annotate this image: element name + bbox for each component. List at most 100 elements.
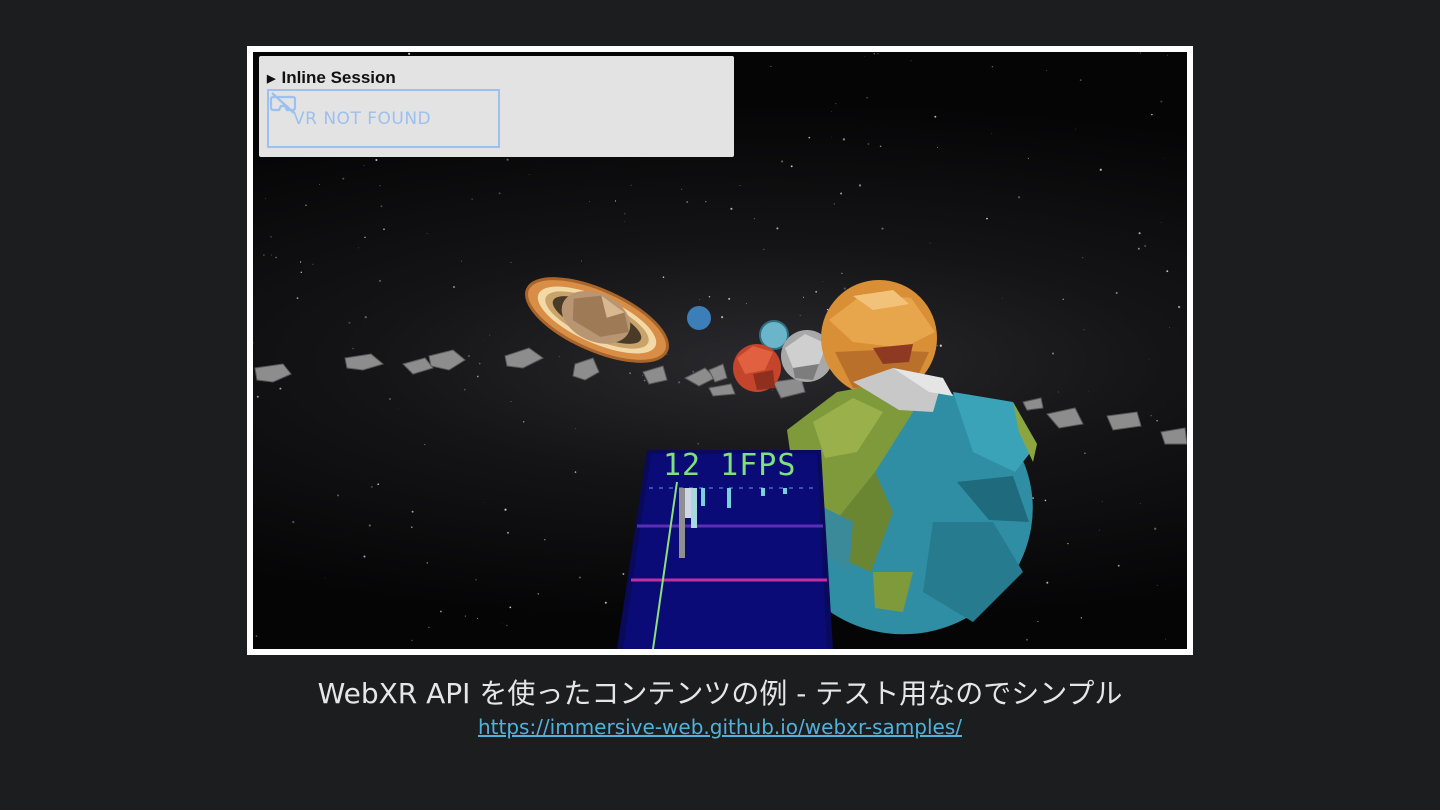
star — [506, 624, 508, 627]
star — [1044, 499, 1047, 502]
star — [873, 53, 876, 55]
star — [363, 164, 365, 166]
star — [1037, 620, 1039, 623]
star — [253, 342, 254, 344]
star — [1075, 128, 1077, 130]
star — [1046, 70, 1047, 71]
star — [866, 96, 868, 99]
star — [1139, 52, 1141, 54]
star — [424, 444, 426, 446]
saturn — [525, 277, 669, 363]
slide-caption: WebXR API を使ったコンテンツの例 - テスト用なのでシンプル — [317, 677, 1123, 710]
star — [630, 184, 632, 186]
fps-readout: 12 1FPS — [663, 448, 797, 483]
star — [939, 344, 942, 347]
star — [1177, 305, 1181, 309]
star — [389, 398, 391, 400]
star — [705, 200, 707, 203]
star — [262, 254, 265, 257]
star — [296, 297, 299, 300]
star — [574, 428, 576, 429]
star — [776, 227, 779, 230]
star — [510, 401, 512, 402]
star — [461, 260, 462, 262]
star — [256, 395, 259, 398]
star — [831, 111, 833, 112]
star — [375, 158, 378, 162]
star — [475, 579, 477, 581]
star — [936, 345, 938, 347]
star — [411, 639, 413, 642]
star — [728, 297, 731, 300]
star — [1144, 245, 1146, 247]
star — [506, 531, 510, 534]
star — [730, 207, 733, 210]
samples-link-container: https://immersive-web.github.io/webxr-sa… — [0, 715, 1440, 739]
star — [1160, 222, 1162, 223]
star — [772, 390, 774, 392]
planet-neptune — [687, 306, 711, 330]
webxr-canvas[interactable]: 12 1FPS ▶ Inline Session VR NOT FOUND — [253, 52, 1187, 649]
star — [763, 248, 765, 250]
star — [342, 177, 345, 180]
star — [604, 601, 607, 604]
star — [305, 204, 307, 207]
star — [270, 254, 272, 256]
star — [1117, 564, 1120, 567]
star — [426, 233, 428, 234]
star — [357, 247, 359, 249]
disclosure-triangle-icon[interactable]: ▶ — [267, 72, 275, 85]
star — [292, 520, 295, 524]
star — [677, 381, 681, 384]
star — [324, 577, 326, 579]
star — [937, 147, 938, 149]
star — [799, 314, 801, 316]
star — [1167, 54, 1168, 56]
star — [1080, 617, 1082, 619]
star — [544, 538, 546, 541]
star — [364, 316, 367, 319]
star — [265, 198, 267, 199]
inline-session-summary[interactable]: ▶ Inline Session — [267, 68, 396, 88]
star — [528, 174, 530, 175]
star — [986, 217, 988, 220]
star — [1087, 390, 1089, 392]
star — [319, 183, 320, 185]
star — [1082, 257, 1084, 259]
star — [426, 562, 429, 564]
star — [364, 236, 366, 239]
star — [337, 494, 339, 497]
star — [835, 102, 837, 105]
star — [681, 188, 683, 190]
star — [990, 133, 992, 135]
star — [501, 622, 503, 624]
star — [843, 287, 846, 290]
star — [1101, 501, 1103, 503]
star — [527, 647, 529, 649]
star — [662, 276, 665, 278]
star — [1062, 298, 1064, 300]
star — [802, 296, 805, 298]
star — [537, 593, 540, 595]
star — [1160, 100, 1163, 103]
star — [506, 158, 509, 161]
star — [641, 374, 643, 376]
samples-link[interactable]: https://immersive-web.github.io/webxr-sa… — [478, 715, 962, 739]
star — [463, 388, 466, 391]
star — [910, 60, 912, 62]
star — [483, 502, 484, 503]
star — [858, 184, 862, 187]
star — [471, 198, 473, 200]
star — [363, 555, 366, 558]
star — [1165, 638, 1167, 640]
star — [1154, 527, 1157, 530]
vr-not-found-button[interactable]: VR NOT FOUND — [267, 89, 500, 148]
star — [428, 626, 430, 628]
star — [312, 263, 314, 265]
star — [509, 606, 512, 609]
star — [1115, 291, 1118, 294]
vr-headset-off-icon — [269, 92, 297, 114]
star — [1083, 329, 1085, 331]
star — [1032, 497, 1035, 500]
star — [1079, 79, 1082, 81]
